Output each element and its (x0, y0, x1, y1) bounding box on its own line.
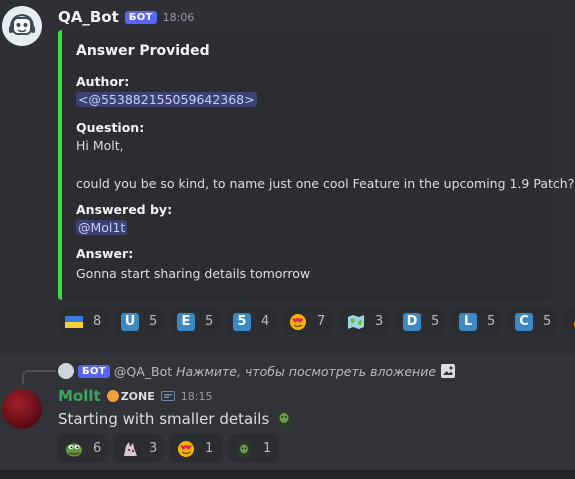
reaction-pepe[interactable]: 6 (58, 434, 108, 462)
reaction-u[interactable]: U 5 (114, 307, 164, 335)
reaction-hooded-figure[interactable]: 1 (228, 434, 278, 462)
reaction-count: 1 (205, 441, 214, 456)
reaction-count: 6 (93, 441, 102, 456)
bot-username[interactable]: QA_Bot (58, 8, 119, 26)
reply-attachment-text[interactable]: Нажмите, чтобы посмотреть вложение (176, 364, 436, 379)
server-tag-label: ZONE (120, 389, 155, 403)
zone-face-icon (106, 390, 119, 402)
regional-c-icon: C (515, 313, 533, 331)
author-label: Author: (76, 74, 130, 89)
user-avatar[interactable] (2, 389, 42, 429)
hooded-figure-icon (238, 441, 250, 457)
question-label: Question: (76, 120, 145, 135)
reaction-e[interactable]: E 5 (170, 307, 220, 335)
message-timestamp: 18:06 (162, 10, 195, 24)
answered-by-label: Answered by: (76, 202, 173, 217)
fire-icon (574, 321, 575, 328)
reaction-count: 5 (543, 314, 552, 329)
reaction-d[interactable]: D 5 (396, 307, 446, 335)
reaction-heart-face[interactable]: 1 (170, 434, 222, 462)
reaction-5[interactable]: 5 4 (226, 307, 276, 335)
reply-username[interactable]: @QA_Bot (114, 364, 172, 379)
answer-embed: Answer Provided Author: <@55388215505964… (58, 30, 574, 300)
reaction-ukraine[interactable]: 8 (58, 307, 108, 335)
image-icon (441, 364, 456, 378)
regional-l-icon: L (459, 313, 477, 331)
bottom-divider (0, 470, 575, 479)
pepe-icon (66, 443, 82, 457)
smiling-heart-icon (178, 441, 194, 457)
reaction-count: 5 (487, 314, 496, 329)
role-icon (160, 391, 175, 401)
reply-bot-badge: БОТ (78, 364, 110, 378)
reaction-map[interactable]: 3 (340, 307, 390, 335)
creature-icon (124, 442, 137, 456)
map-icon (348, 315, 364, 329)
reply-avatar (58, 363, 74, 379)
bot-badge: БОТ (124, 10, 157, 24)
user-header: Mollt ZONE 18:15 (58, 386, 212, 406)
reaction-count: 1 (263, 441, 272, 456)
reaction-count: 5 (149, 314, 158, 329)
regional-u-icon: U (121, 313, 139, 331)
answered-by-mention[interactable]: @Mol1t (76, 220, 128, 235)
digit-5-icon: 5 (233, 313, 251, 331)
answer-value: Gonna start sharing details tomorrow (76, 266, 311, 281)
question-line-1: Hi Molt, (76, 138, 124, 153)
message-timestamp: 18:15 (180, 389, 213, 403)
user-username[interactable]: Mollt (58, 387, 101, 405)
bot-header: QA_Bot БОТ 18:06 (58, 7, 194, 27)
reaction-count: 3 (375, 314, 384, 329)
author-mention[interactable]: <@553882155059642368> (76, 92, 257, 107)
reply-connector (22, 370, 56, 384)
reaction-count: 8 (93, 314, 102, 329)
reaction-creature[interactable]: 3 (114, 434, 164, 462)
answer-label: Answer: (76, 246, 134, 261)
reaction-fire-partial[interactable] (564, 307, 575, 335)
message-content: Starting with smaller details (58, 408, 294, 428)
embed-title: Answer Provided (76, 43, 210, 59)
hooded-figure-icon (277, 409, 292, 427)
server-tag[interactable]: ZONE (106, 389, 155, 403)
reply-preview[interactable]: БОТ @QA_Bot Нажмите, чтобы посмотреть вл… (58, 362, 456, 380)
robot-icon (2, 6, 42, 46)
regional-d-icon: D (403, 313, 421, 331)
reaction-count: 4 (261, 314, 270, 329)
reaction-heart-face[interactable]: 7 (282, 307, 334, 335)
reaction-c[interactable]: C 5 (508, 307, 558, 335)
bot-avatar[interactable] (2, 6, 42, 46)
question-line-2: could you be so kind, to name just one c… (76, 176, 575, 191)
reaction-bar: 8 U 5 E 5 5 4 7 3 D 5 L 5 C 5 (58, 307, 575, 335)
reaction-bar-2: 6 3 1 1 (58, 434, 338, 462)
reaction-count: 3 (149, 441, 158, 456)
reaction-count: 5 (205, 314, 214, 329)
reaction-count: 7 (317, 314, 326, 329)
smiling-heart-icon (290, 314, 306, 330)
reaction-count: 5 (431, 314, 440, 329)
regional-e-icon: E (177, 313, 195, 331)
message-text: Starting with smaller details (58, 410, 270, 428)
ukraine-flag-icon (65, 316, 83, 328)
reaction-l[interactable]: L 5 (452, 307, 502, 335)
